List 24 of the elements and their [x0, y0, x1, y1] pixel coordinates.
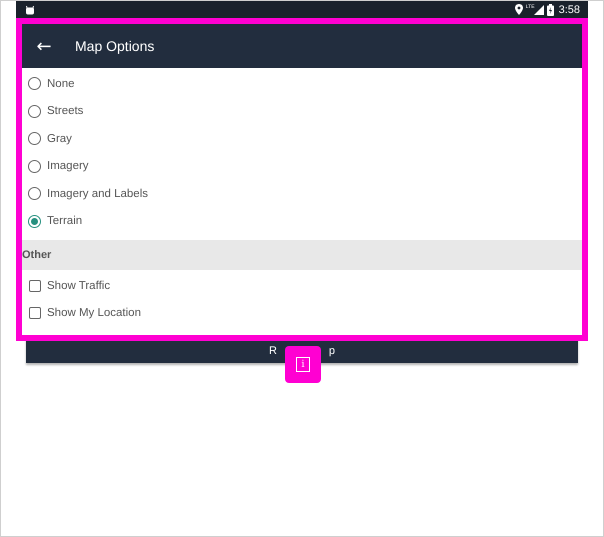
radio-option[interactable]: Gray	[22, 125, 582, 152]
back-button[interactable]: ←	[34, 36, 54, 56]
checkbox[interactable]	[29, 280, 41, 292]
radio-option[interactable]: None	[22, 70, 582, 98]
radio-option[interactable]: Imagery	[22, 152, 582, 180]
radio-button[interactable]	[28, 187, 41, 200]
checkbox[interactable]	[29, 307, 41, 320]
signal-icon	[534, 4, 544, 14]
radio-button[interactable]	[28, 104, 41, 118]
radio-option[interactable]: Terrain	[22, 208, 582, 235]
radio-button[interactable]	[28, 77, 41, 90]
clock-time: 3:58	[558, 4, 580, 16]
radio-button[interactable]	[28, 214, 41, 228]
location-pin-icon	[514, 4, 523, 15]
android-icon	[25, 4, 35, 14]
section-header: Other	[22, 240, 582, 270]
checkbox-option[interactable]: Show Traffic	[22, 272, 582, 300]
radio-button[interactable]	[28, 132, 41, 146]
radio-option[interactable]: Streets	[22, 98, 582, 125]
radio-button[interactable]	[28, 160, 41, 173]
battery-icon	[546, 4, 554, 16]
screen-title: Map Options	[75, 38, 154, 54]
radio-option[interactable]: Imagery and Labels	[22, 180, 582, 208]
checkbox-option[interactable]: Show My Location	[22, 300, 582, 327]
